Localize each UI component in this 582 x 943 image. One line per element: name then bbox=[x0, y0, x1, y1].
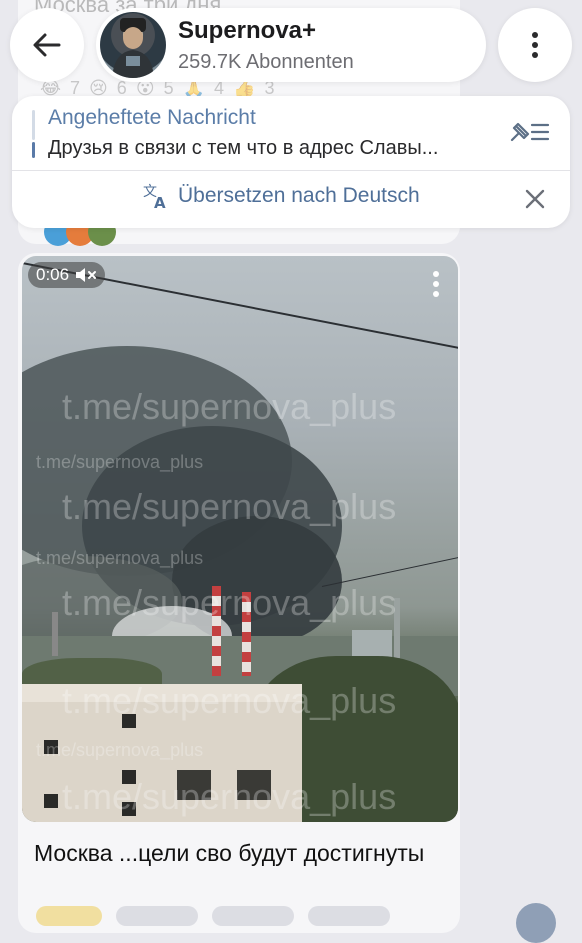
translate-button[interactable]: 文 A Übersetzen nach Deutsch bbox=[142, 182, 420, 210]
channel-avatar[interactable] bbox=[100, 12, 166, 78]
channel-menu-button[interactable] bbox=[498, 8, 572, 82]
video-player[interactable]: t.me/supernova_plus t.me/supernova_plus … bbox=[22, 256, 458, 822]
arrow-left-icon bbox=[33, 33, 61, 57]
speaker-muted-icon bbox=[76, 268, 97, 282]
video-menu-button[interactable] bbox=[432, 270, 440, 303]
message-caption: Москва ...цели сво будут достигнуты bbox=[34, 840, 425, 866]
video-duration: 0:06 bbox=[36, 265, 70, 284]
translate-icon: 文 A bbox=[143, 184, 166, 210]
more-vertical-icon bbox=[433, 271, 439, 297]
channel-title: Supernova+ bbox=[178, 17, 317, 44]
subscriber-count: 259.7K Abonnenten bbox=[178, 51, 354, 73]
pinned-text: Друзья в связи с тем что в адрес Славы..… bbox=[48, 137, 439, 159]
translate-label: Übersetzen nach Deutsch bbox=[178, 184, 420, 207]
scroll-down-button[interactable] bbox=[516, 903, 556, 943]
more-vertical-icon bbox=[532, 32, 538, 58]
video-watermark: t.me/supernova_plus bbox=[62, 776, 397, 817]
pinned-indicator-active bbox=[32, 142, 35, 158]
back-button[interactable] bbox=[10, 8, 84, 82]
video-watermark: t.me/supernova_plus bbox=[62, 582, 397, 623]
unpin-list-icon[interactable] bbox=[508, 118, 550, 151]
channel-header[interactable]: Supernova+ 259.7K Abonnenten bbox=[96, 8, 486, 82]
video-watermark: t.me/supernova_plus bbox=[36, 452, 204, 472]
pinned-indicator bbox=[32, 110, 35, 140]
video-watermark: t.me/supernova_plus bbox=[36, 548, 204, 568]
divider bbox=[12, 170, 570, 171]
close-icon bbox=[525, 189, 545, 209]
close-translate-button[interactable] bbox=[524, 188, 546, 215]
video-watermark: t.me/supernova_plus bbox=[62, 386, 397, 427]
svg-text:A: A bbox=[154, 194, 166, 210]
chimney bbox=[52, 612, 58, 656]
pinned-title: Angeheftete Nachricht bbox=[48, 106, 256, 129]
pinned-message-panel[interactable]: Angeheftete Nachricht Друзья в связи с т… bbox=[12, 96, 570, 228]
video-watermark: t.me/supernova_plus bbox=[62, 486, 397, 527]
video-duration-badge[interactable]: 0:06 bbox=[28, 262, 106, 288]
reactions-row[interactable] bbox=[36, 906, 404, 926]
video-watermark: t.me/supernova_plus bbox=[36, 740, 204, 760]
video-watermark: t.me/supernova_plus bbox=[62, 680, 397, 721]
